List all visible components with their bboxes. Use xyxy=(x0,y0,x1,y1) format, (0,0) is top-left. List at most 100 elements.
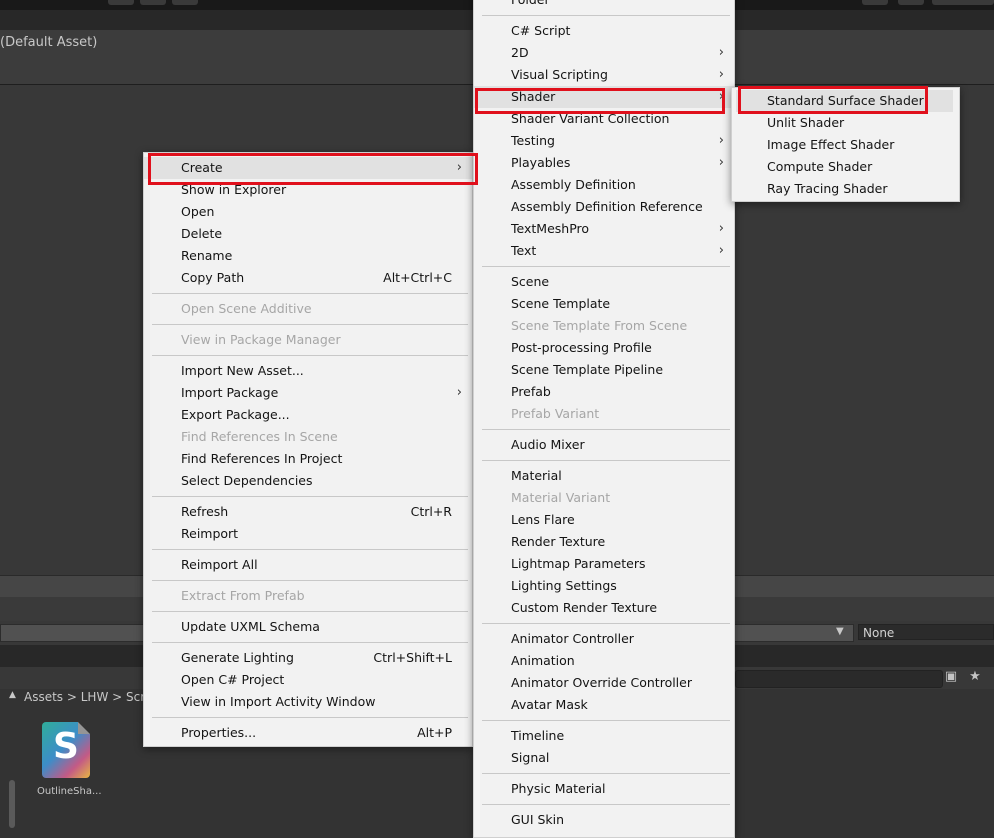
create-item-scene-template[interactable]: Scene Template xyxy=(474,293,734,315)
create-item-physic-material[interactable]: Physic Material xyxy=(474,778,734,800)
breadcrumb[interactable]: Assets > LHW > Scr xyxy=(24,690,145,704)
menu-item-label: Show in Explorer xyxy=(181,182,287,197)
shader-asset-icon[interactable]: S xyxy=(42,722,90,778)
ctx-item-import-new-asset[interactable]: Import New Asset... xyxy=(144,360,472,382)
ctx-item-copy-path[interactable]: Copy Path Alt+Ctrl+C xyxy=(144,267,472,289)
create-item-playables[interactable]: Playables › xyxy=(474,152,734,174)
create-item-lighting-settings[interactable]: Lighting Settings xyxy=(474,575,734,597)
toolbar-button[interactable] xyxy=(898,0,924,5)
shader-item-image-effect-shader[interactable]: Image Effect Shader xyxy=(732,134,959,156)
ctx-item-open-c-project[interactable]: Open C# Project xyxy=(144,669,472,691)
ctx-item-refresh[interactable]: Refresh Ctrl+R xyxy=(144,501,472,523)
ctx-item-generate-lighting[interactable]: Generate Lighting Ctrl+Shift+L xyxy=(144,647,472,669)
ctx-item-view-in-import-activity-window[interactable]: View in Import Activity Window xyxy=(144,691,472,713)
ctx-item-update-uxml-schema[interactable]: Update UXML Schema xyxy=(144,616,472,638)
project-search-input[interactable] xyxy=(735,670,943,688)
ctx-item-view-in-package-manager: View in Package Manager xyxy=(144,329,472,351)
ctx-item-extract-from-prefab: Extract From Prefab xyxy=(144,585,472,607)
create-item-prefab[interactable]: Prefab xyxy=(474,381,734,403)
create-item-custom-render-texture[interactable]: Custom Render Texture xyxy=(474,597,734,619)
collapse-caret-icon[interactable]: ▲ xyxy=(9,690,16,700)
ctx-item-open[interactable]: Open xyxy=(144,201,472,223)
create-item-shader-variant-collection[interactable]: Shader Variant Collection xyxy=(474,108,734,130)
menu-item-label: Avatar Mask xyxy=(511,697,588,712)
create-item-prefab-variant: Prefab Variant xyxy=(474,403,734,425)
menu-separator xyxy=(482,266,730,267)
menu-item-label: Standard Surface Shader xyxy=(767,93,924,108)
create-item-c-script[interactable]: C# Script xyxy=(474,20,734,42)
ctx-item-delete[interactable]: Delete xyxy=(144,223,472,245)
menu-item-label: Lightmap Parameters xyxy=(511,556,646,571)
create-item-visual-scripting[interactable]: Visual Scripting › xyxy=(474,64,734,86)
create-item-folder[interactable]: Folder xyxy=(474,0,734,11)
create-item-animator-override-controller[interactable]: Animator Override Controller xyxy=(474,672,734,694)
ctx-item-select-dependencies[interactable]: Select Dependencies xyxy=(144,470,472,492)
create-item-avatar-mask[interactable]: Avatar Mask xyxy=(474,694,734,716)
chevron-right-icon: › xyxy=(718,221,724,236)
create-item-assembly-definition[interactable]: Assembly Definition xyxy=(474,174,734,196)
menu-separator xyxy=(482,720,730,721)
menu-item-label: Timeline xyxy=(511,728,565,743)
layout-dropdown[interactable] xyxy=(932,0,994,5)
create-item-scene[interactable]: Scene xyxy=(474,271,734,293)
create-item-scene-template-pipeline[interactable]: Scene Template Pipeline xyxy=(474,359,734,381)
ctx-item-properties[interactable]: Properties... Alt+P xyxy=(144,722,472,744)
create-item-animation[interactable]: Animation xyxy=(474,650,734,672)
shader-submenu: Standard Surface Shader Unlit Shader Image… xyxy=(731,87,960,202)
ctx-item-rename[interactable]: Rename xyxy=(144,245,472,267)
menu-item-label: Assembly Definition xyxy=(511,177,636,192)
ctx-item-reimport[interactable]: Reimport xyxy=(144,523,472,545)
toolbar-button[interactable] xyxy=(140,0,166,5)
ctx-item-find-references-in-project[interactable]: Find References In Project xyxy=(144,448,472,470)
shader-item-ray-tracing-shader[interactable]: Ray Tracing Shader xyxy=(732,178,959,200)
create-item-lightmap-parameters[interactable]: Lightmap Parameters xyxy=(474,553,734,575)
shader-item-unlit-shader[interactable]: Unlit Shader xyxy=(732,112,959,134)
menu-item-label: Audio Mixer xyxy=(511,437,585,452)
asset-bundle-variant-field[interactable]: None xyxy=(858,624,994,640)
ctx-item-show-in-explorer[interactable]: Show in Explorer xyxy=(144,179,472,201)
create-item-testing[interactable]: Testing › xyxy=(474,130,734,152)
toolbar-button[interactable] xyxy=(862,0,888,5)
create-item-post-processing-profile[interactable]: Post-processing Profile xyxy=(474,337,734,359)
create-item-audio-mixer[interactable]: Audio Mixer xyxy=(474,434,734,456)
toolbar-button[interactable] xyxy=(108,0,134,5)
create-item-gui-skin[interactable]: GUI Skin xyxy=(474,809,734,831)
shader-item-compute-shader[interactable]: Compute Shader xyxy=(732,156,959,178)
menu-separator xyxy=(152,717,468,718)
menu-item-label: Signal xyxy=(511,750,550,765)
menu-shortcut: Ctrl+R xyxy=(410,504,452,519)
create-item-text[interactable]: Text › xyxy=(474,240,734,262)
menu-item-label: Prefab xyxy=(511,384,551,399)
create-item-timeline[interactable]: Timeline xyxy=(474,725,734,747)
create-item-lens-flare[interactable]: Lens Flare xyxy=(474,509,734,531)
favorites-icon[interactable]: ★ xyxy=(966,668,984,686)
menu-item-label: Generate Lighting xyxy=(181,650,294,665)
ctx-item-export-package[interactable]: Export Package... xyxy=(144,404,472,426)
ctx-item-reimport-all[interactable]: Reimport All xyxy=(144,554,472,576)
create-item-render-texture[interactable]: Render Texture xyxy=(474,531,734,553)
create-item-textmeshpro[interactable]: TextMeshPro › xyxy=(474,218,734,240)
ctx-item-import-package[interactable]: Import Package › xyxy=(144,382,472,404)
toolbar-button[interactable] xyxy=(172,0,198,5)
menu-item-label: Open C# Project xyxy=(181,672,285,687)
create-submenu: FolderC# Script2D›Visual Scripting›Shade… xyxy=(473,0,735,838)
menu-item-label: Open xyxy=(181,204,215,219)
menu-item-label: Scene Template xyxy=(511,296,611,311)
shader-item-standard-surface-shader[interactable]: Standard Surface Shader xyxy=(736,90,953,112)
create-item-shader[interactable]: Shader › xyxy=(474,86,734,108)
menu-separator xyxy=(152,496,468,497)
create-item-assembly-definition-reference[interactable]: Assembly Definition Reference xyxy=(474,196,734,218)
chevron-right-icon: › xyxy=(456,385,462,400)
menu-item-label: Create xyxy=(181,160,223,175)
create-item-2d[interactable]: 2D › xyxy=(474,42,734,64)
search-by-type-icon[interactable]: ▣ xyxy=(942,668,960,686)
ctx-item-create[interactable]: Create › xyxy=(144,157,472,179)
create-item-animator-controller[interactable]: Animator Controller xyxy=(474,628,734,650)
menu-item-label: Material Variant xyxy=(511,490,611,505)
menu-separator xyxy=(482,804,730,805)
create-item-signal[interactable]: Signal xyxy=(474,747,734,769)
folder-tree-scrollbar[interactable] xyxy=(9,780,15,828)
menu-separator xyxy=(482,773,730,774)
create-item-material[interactable]: Material xyxy=(474,465,734,487)
chevron-right-icon: › xyxy=(718,243,724,258)
